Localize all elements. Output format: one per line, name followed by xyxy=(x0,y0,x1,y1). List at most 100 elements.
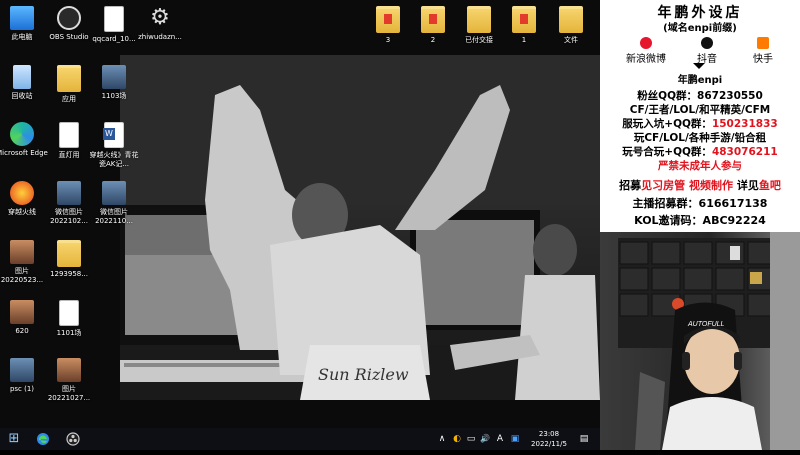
folder-icon xyxy=(376,6,400,33)
desktop-icon-qqcard[interactable]: qqcard_10... xyxy=(88,6,140,44)
photo-icon xyxy=(57,358,81,382)
desktop: Sun Rizlew 此电脑 OBS Studio qqcard_10... ⚙… xyxy=(0,0,600,428)
desktop-icon-label: 1293958... xyxy=(50,270,88,278)
desktop-icon-folder-wenjian[interactable]: 文件 xyxy=(545,6,597,45)
notification-icon[interactable]: ▤ xyxy=(576,428,592,450)
webcam-image: AUTOFULL xyxy=(618,232,800,450)
desktop-icon-folder-1[interactable]: 1 xyxy=(498,6,550,45)
weibo-icon xyxy=(640,37,652,49)
desktop-icon-label: 图片 20221027... xyxy=(47,385,91,402)
network-icon[interactable]: ▭ xyxy=(465,428,477,450)
document-icon xyxy=(104,6,124,32)
desktop-icon-psc[interactable]: psc (1) xyxy=(0,358,48,394)
desktop-icon-photo-0523[interactable]: 图片 20220523... xyxy=(0,240,48,285)
folder-icon xyxy=(421,6,445,33)
desktop-icon-label: 回收站 xyxy=(11,92,33,100)
recruit-suffix: 详见 xyxy=(736,179,759,192)
volume-icon[interactable]: 🔊 xyxy=(479,428,491,450)
photo-icon xyxy=(10,240,34,264)
recruit-room-admin: 见习房管 xyxy=(641,179,686,192)
desktop-icon-label: 图片 20220523... xyxy=(0,267,44,284)
tray-app-icon[interactable]: ◐ xyxy=(451,428,463,450)
streamer-handle: 年鹏enpi xyxy=(677,75,723,86)
desktop-icon-edge[interactable]: Microsoft Edge xyxy=(0,122,48,167)
tray-overflow-chevron-icon[interactable]: ∧ xyxy=(436,428,448,450)
rental-games-line: 玩CF/LOL/各种手游/铅合租 xyxy=(633,132,767,144)
gear-icon: ⚙ xyxy=(150,5,170,30)
desktop-icon-zhiwudazn[interactable]: ⚙ zhiwudazn... xyxy=(134,6,186,42)
wallpaper-image: Sun Rizlew xyxy=(120,55,600,400)
server-play-number: 150231833 xyxy=(711,118,778,130)
desktop-icon-label: 620 xyxy=(15,327,29,335)
photo-icon xyxy=(10,300,34,324)
desktop-icon-label: 1103场 xyxy=(101,92,127,100)
desktop-icon-1293958[interactable]: 1293958... xyxy=(43,240,95,279)
desktop-icon-label: 穿越火线》青花瓷AK记... xyxy=(89,151,139,168)
minors-warning: 严禁未成年人参与 xyxy=(658,160,742,172)
social-label: 新浪微博 xyxy=(626,54,666,65)
computer-icon xyxy=(10,6,34,30)
folder-icon xyxy=(57,240,81,267)
desktop-icon-label: 1 xyxy=(521,36,527,44)
recruit-prefix: 招募 xyxy=(619,179,642,192)
account-play-number: 483076211 xyxy=(711,146,778,158)
input-method-icon[interactable]: A xyxy=(494,428,506,450)
folder-icon xyxy=(57,65,81,92)
desktop-icon-photo-1027[interactable]: 图片 20221027... xyxy=(43,358,95,403)
desktop-icon-recycle-bin[interactable]: 回收站 xyxy=(0,65,48,101)
social-douyin: 抖音 xyxy=(677,37,737,65)
shop-subtitle: (域名enpi前缀) xyxy=(663,23,737,34)
desktop-icon-label: 微信图片 2022110... xyxy=(95,208,133,225)
kol-invite-code: KOL邀请码：ABC92224 xyxy=(634,214,766,227)
wallpaper-chair-text: Sun Rizlew xyxy=(318,365,409,384)
taskbar-edge-button[interactable] xyxy=(32,428,54,450)
document-icon xyxy=(59,300,79,326)
desktop-icon-1103[interactable]: 1103场 xyxy=(88,65,140,101)
taskbar-obs-button[interactable] xyxy=(62,428,84,450)
desktop-icon-620[interactable]: 620 xyxy=(0,300,48,336)
image-icon xyxy=(57,181,81,205)
recruit-video: 视频制作 xyxy=(689,179,733,192)
clock-date[interactable]: 2022/11/5 xyxy=(525,440,573,448)
document-icon xyxy=(59,122,79,148)
webcam-feed: AUTOFULL xyxy=(600,232,800,450)
windows-start-icon[interactable]: ⊞ xyxy=(4,428,24,450)
desktop-icon-label: 1101场 xyxy=(56,329,82,337)
tray-app-icon[interactable]: ▣ xyxy=(509,428,521,450)
server-play-qq-group: 服玩入坑+QQ群：150231833 xyxy=(600,116,800,131)
desktop-icon-crossfire[interactable]: 穿越火线 xyxy=(0,181,48,217)
image-icon xyxy=(102,65,126,89)
recycle-bin-icon xyxy=(13,65,31,89)
image-icon xyxy=(102,181,126,205)
obs-icon xyxy=(57,6,81,30)
desktop-icon-wechat-image-2[interactable]: 微信图片 2022110... xyxy=(88,181,140,226)
social-kuaishou: 快手 xyxy=(733,37,793,65)
desktop-icon-1101[interactable]: 1101场 xyxy=(43,300,95,338)
fan-qq-group: 粉丝QQ群：867230550 xyxy=(637,90,763,102)
edge-icon xyxy=(37,433,49,445)
douyin-icon xyxy=(701,37,713,49)
desktop-icon-cf-word[interactable]: 穿越火线》青花瓷AK记... xyxy=(88,122,140,169)
word-doc-icon xyxy=(103,122,124,148)
desktop-icon-label: Microsoft Edge xyxy=(0,149,48,157)
games-list: CF/王者/LOL/和平精英/CFM xyxy=(629,104,771,116)
desktop-icon-folder-2[interactable]: 2 xyxy=(407,6,459,45)
kuaishou-icon xyxy=(757,37,769,49)
desktop-icon-this-pc[interactable]: 此电脑 xyxy=(0,6,48,42)
account-play-qq-group: 玩号合玩+QQ群：483076211 xyxy=(600,144,800,159)
folder-icon xyxy=(559,6,583,33)
down-arrow-icon xyxy=(693,63,705,69)
desktop-icon-label: 文件 xyxy=(564,36,578,44)
account-play-label: 玩号合玩+QQ群： xyxy=(622,146,712,158)
recruit-fish-bar: 鱼吧 xyxy=(758,179,781,192)
social-label: 快手 xyxy=(753,54,773,65)
desktop-icon-label: 穿越火线 xyxy=(8,208,36,216)
taskbar: ⊞ ∧ ◐ ▭ 🔊 A ▣ 23:08 2022/11/5 ▤ xyxy=(0,428,600,450)
clock-time[interactable]: 23:08 xyxy=(525,430,573,438)
social-weibo: 新浪微博 xyxy=(616,37,676,65)
crossfire-game-icon xyxy=(10,181,34,205)
desktop-icon-label: zhiwudazn... xyxy=(138,33,182,41)
recruit-line: 招募见习房管 视频制作 详见鱼吧 xyxy=(600,177,800,193)
desktop-icon-label: 此电脑 xyxy=(11,33,33,41)
desktop-icon-label: qqcard_10... xyxy=(92,35,136,43)
